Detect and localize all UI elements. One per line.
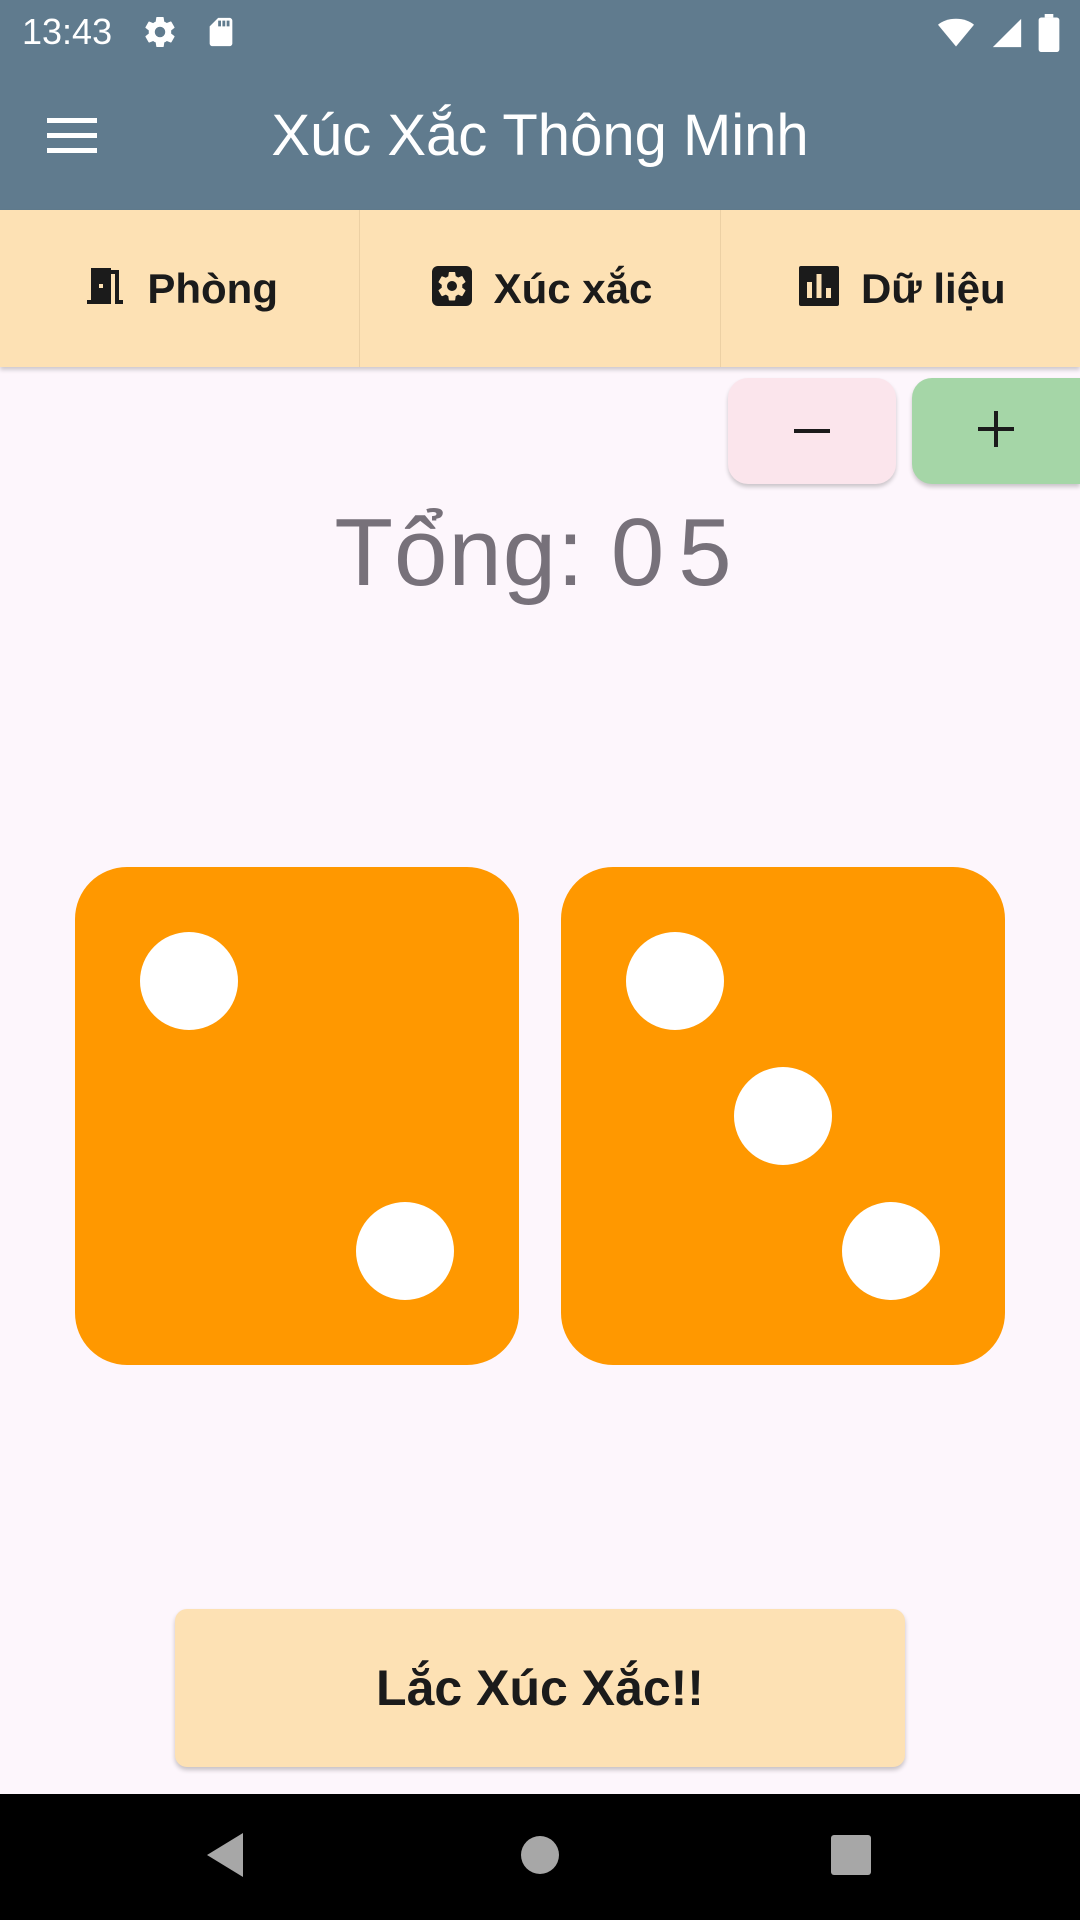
status-time: 13:43: [22, 11, 113, 52]
minus-icon: [794, 422, 830, 440]
status-bar: 13:43: [0, 0, 1080, 64]
tab-phong[interactable]: Phòng: [0, 210, 361, 367]
total-display: Tổng: 05: [0, 498, 1080, 608]
die-pip: [842, 1202, 940, 1300]
tab-xuc-xac[interactable]: Xúc xắc: [360, 210, 721, 367]
bar-chart-icon: [795, 262, 843, 315]
door-icon: [81, 262, 129, 315]
tab-label: Xúc xắc: [493, 264, 653, 312]
recents-icon: [831, 1834, 871, 1880]
plus-icon: [978, 410, 1014, 452]
roll-button-label: Lắc Xúc Xắc!!: [376, 1660, 704, 1716]
tab-bar: Phòng Xúc xắc Dữ liệu: [0, 210, 1080, 367]
tab-du-lieu[interactable]: Dữ liệu: [721, 210, 1080, 367]
screen: 13:43 Xúc Xắc Thông Minh Phòng Xúc xắc D…: [0, 0, 1080, 1920]
nav-home-button[interactable]: [507, 1824, 573, 1890]
back-icon: [203, 1831, 247, 1884]
die-pip: [626, 932, 724, 1030]
die-pip: [356, 1202, 454, 1300]
die-2[interactable]: [561, 867, 1005, 1365]
navigation-bar: [0, 1794, 1080, 1920]
status-left-icons: [142, 14, 238, 55]
wifi-icon: [936, 15, 976, 56]
die-1[interactable]: [75, 867, 519, 1365]
app-title-text: Xúc Xắc Thông Minh: [271, 103, 809, 168]
die-pip: [140, 932, 238, 1030]
total-label: Tổng:: [334, 499, 585, 606]
tab-label: Dữ liệu: [860, 264, 1006, 312]
battery-icon: [1038, 14, 1060, 57]
signal-icon: [990, 15, 1024, 56]
die-pip: [734, 1067, 832, 1165]
home-icon: [519, 1834, 561, 1881]
app-bar: Xúc Xắc Thông Minh: [0, 64, 1080, 210]
app-title: Xúc Xắc Thông Minh: [0, 102, 1080, 170]
gear-icon: [142, 14, 178, 55]
roll-dice-button[interactable]: Lắc Xúc Xắc!!: [175, 1609, 905, 1767]
decrease-dice-button[interactable]: [728, 378, 896, 484]
increase-dice-button[interactable]: [912, 378, 1080, 484]
total-value: 05: [610, 499, 746, 606]
nav-recents-button[interactable]: [818, 1824, 884, 1890]
dice-settings-icon: [428, 262, 476, 315]
tab-label: Phòng: [147, 264, 278, 312]
status-right-icons: [936, 14, 1060, 57]
sd-card-icon: [204, 14, 238, 55]
nav-back-button[interactable]: [192, 1824, 258, 1890]
